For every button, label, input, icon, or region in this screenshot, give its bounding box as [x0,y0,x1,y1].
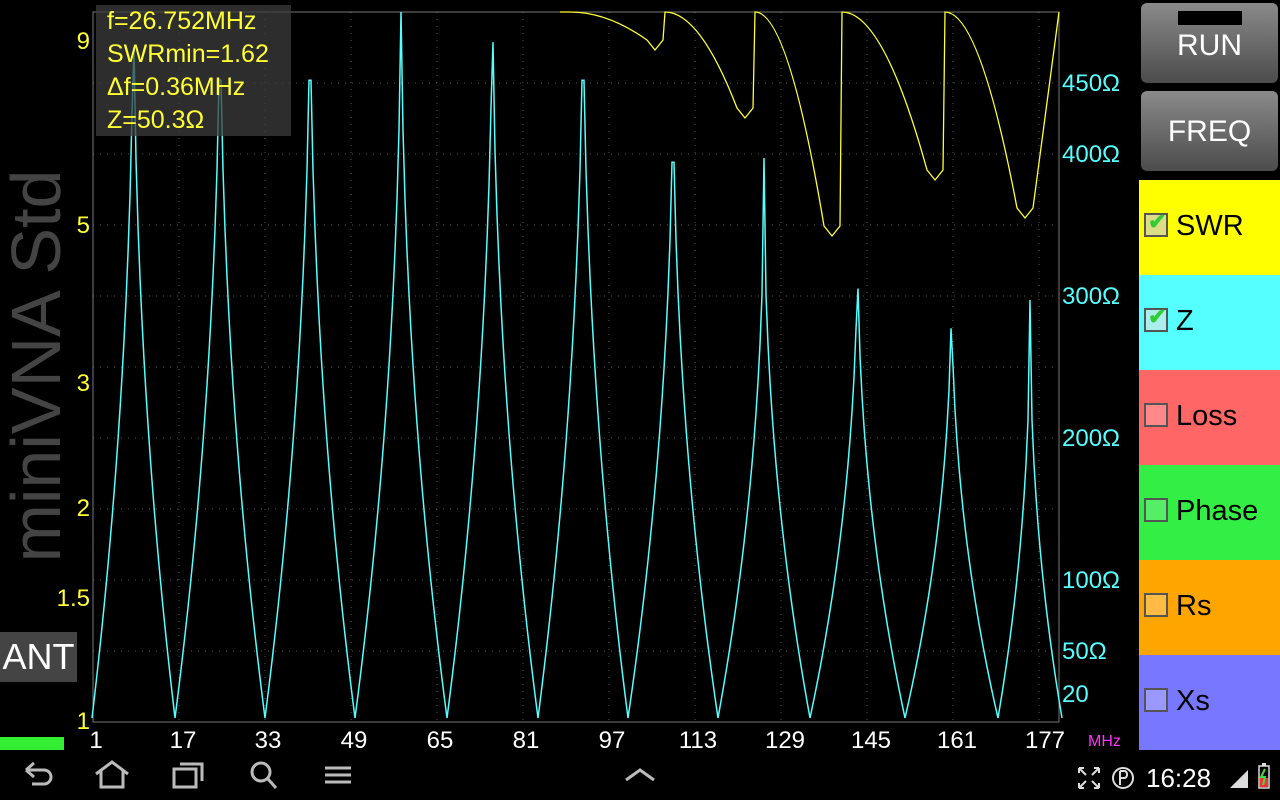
trace-label-swr: SWR [1176,210,1244,242]
z-checkbox[interactable]: ✔ [1144,304,1168,332]
swr-axis-label-9: 9 [76,28,90,55]
trace-toggle-xs[interactable]: Xs [1139,655,1280,750]
trace-toggle-swr[interactable]: ✔ SWR [1139,180,1280,275]
recent-apps-icon[interactable] [170,758,206,792]
check-icon: ✔ [1148,209,1167,234]
signal-indicator [0,737,64,750]
z-axis-label-400: 400Ω [1062,141,1120,168]
trace-toggle-z[interactable]: ✔ Z [1139,275,1280,370]
swr-axis-label-1.5: 1.5 [56,585,90,612]
info-bandwidth: Δf=0.36MHz [107,73,246,101]
run-button-label: RUN [1177,29,1242,62]
swr-axis-label-2: 2 [76,495,90,522]
z-axis-label-100: 100Ω [1062,567,1120,594]
menu-icon[interactable] [322,758,354,792]
trace-label-rs: Rs [1176,590,1212,622]
mode-badge: ANT [0,632,77,682]
fullscreen-icon [1078,767,1100,789]
z-axis-label-300: 300Ω [1062,283,1120,310]
trace-label-xs: Xs [1176,685,1210,717]
z-axis-label-20: 20 [1062,681,1089,708]
phase-checkbox[interactable] [1144,498,1168,522]
freq-button[interactable]: FREQ [1141,91,1278,171]
signal-strength-icon [1230,770,1248,788]
home-icon[interactable] [92,758,132,792]
xs-checkbox[interactable] [1144,688,1168,712]
trace-label-phase: Phase [1176,495,1259,527]
z-axis-label-50: 50Ω [1062,638,1107,665]
run-button[interactable]: RUN [1141,3,1278,83]
swr-trace [560,11,1060,238]
info-frequency: f=26.752MHz [107,7,257,35]
trace-toggle-loss[interactable]: Loss [1139,370,1280,465]
marker-info-box: f=26.752MHz SWRmin=1.62 Δf=0.36MHz Z=50.… [96,5,291,136]
swr-axis-label-5: 5 [76,212,90,239]
back-icon[interactable] [20,758,56,792]
z-axis-label-200: 200Ω [1062,425,1120,452]
status-clock: 16:28 [1146,763,1212,793]
swr-axis-label-1: 1 [76,708,90,735]
info-impedance: Z=50.3Ω [107,106,205,134]
search-icon[interactable] [248,758,280,792]
trace-toggle-rs[interactable]: Rs [1139,560,1280,655]
info-swr-min: SWRmin=1.62 [107,40,269,68]
trace-label-loss: Loss [1176,400,1238,432]
system-nav-bar: 16:28 [0,750,1280,800]
app-title: miniVNA Std [0,169,75,563]
check-icon: ✔ [1148,304,1167,329]
battery-icon [1258,763,1270,789]
chevron-up-icon[interactable] [622,758,658,792]
freq-button-label: FREQ [1167,115,1252,148]
loss-checkbox[interactable] [1144,403,1168,427]
run-indicator [1178,11,1242,25]
swr-axis-label-3: 3 [76,370,90,397]
x-axis-unit: MHz [1088,733,1121,750]
trace-label-z: Z [1176,305,1194,337]
trace-toggle-phase[interactable]: Phase [1139,465,1280,560]
sync-icon [1112,767,1134,789]
swr-checkbox[interactable]: ✔ [1144,209,1168,237]
z-axis-label-450: 450Ω [1062,70,1120,97]
rs-checkbox[interactable] [1144,593,1168,617]
